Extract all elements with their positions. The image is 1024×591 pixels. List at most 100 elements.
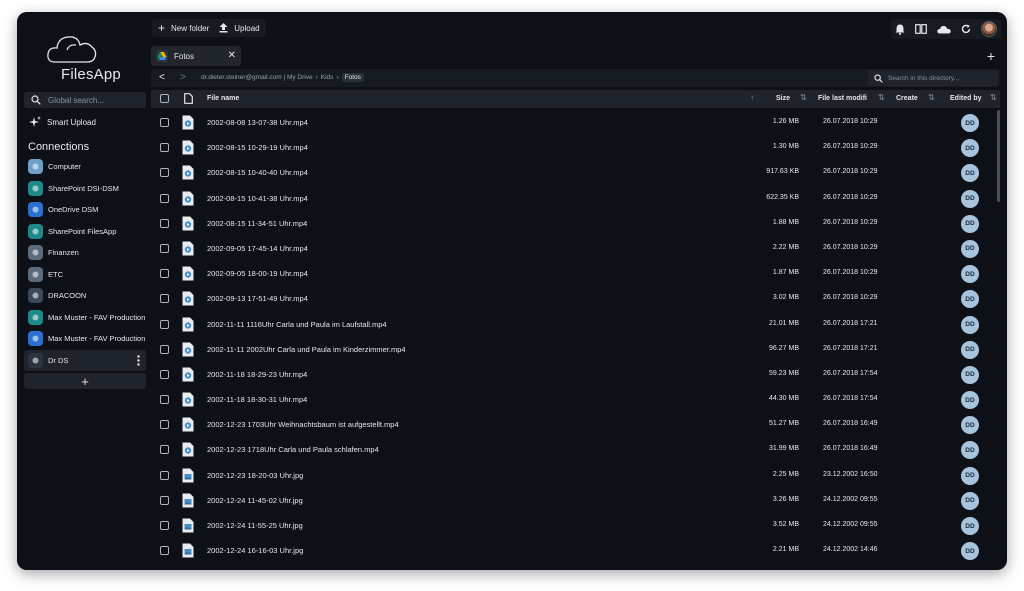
sidebar-connection-item[interactable]: Max Muster - FAV Production [24,328,146,350]
sidebar-connection-item[interactable]: SharePoint DSI-DSM [24,178,146,200]
editor-avatar[interactable]: DD [961,239,979,258]
sort-toggle-icon[interactable]: ⇅ [990,93,997,102]
row-checkbox[interactable] [160,344,169,354]
global-search-input[interactable] [48,95,138,105]
global-search-box[interactable] [24,92,146,108]
column-header-size[interactable]: Size [776,95,790,102]
sidebar-connection-item[interactable]: OneDrive DSM [24,199,146,221]
breadcrumb-current[interactable]: Fotos [341,73,364,82]
table-row[interactable]: 2002-11-11 1116Uhr Carla und Paula im La… [151,312,994,337]
sort-ascending-icon[interactable]: ↑ [750,93,754,102]
file-modified-date: 26.07.2018 17:21 [823,319,878,327]
upload-button[interactable]: Upload [219,23,260,33]
editor-avatar[interactable]: DD [961,214,979,233]
editor-avatar[interactable]: DD [961,416,979,435]
table-row[interactable]: 2002-11-18 18-29-23 Uhr.mp4 59.23 MB 26.07… [151,362,994,387]
editor-avatar[interactable]: DD [961,114,979,132]
breadcrumb-segment-drive[interactable]: dr.dieter.steiner@gmail.com | My Drive [201,74,313,81]
table-row[interactable]: 2002-11-11 2002Uhr Carla und Paula im Ki… [151,337,994,362]
tab-fotos[interactable]: Fotos ✕ [151,46,241,66]
table-row[interactable]: 2002-12-24 11-45-02 Uhr.jpg 3.26 MB 24.12.… [151,488,994,513]
editor-avatar[interactable]: DD [961,290,979,309]
table-row[interactable]: 2002-08-15 10-41-38 Uhr.mp4 622.35 KB 26.0… [151,186,994,211]
select-all-checkbox[interactable] [160,94,169,103]
row-checkbox[interactable] [160,319,169,329]
table-row[interactable]: 2002-12-24 11-55-25 Uhr.jpg 3.52 MB 24.12.… [151,513,994,538]
column-header-created[interactable]: Create [896,95,918,102]
table-row[interactable]: 2002-09-05 18-00-19 Uhr.mp4 1.87 MB 26.07.… [151,261,994,286]
editor-avatar[interactable]: DD [961,139,979,158]
table-row[interactable]: 2002-09-05 17-45-14 Uhr.mp4 2.22 MB 26.07.… [151,236,994,261]
editor-avatar[interactable]: DD [961,365,979,384]
row-checkbox[interactable] [160,243,169,253]
cloud-icon[interactable] [937,25,951,34]
row-checkbox[interactable] [160,369,169,379]
editor-avatar[interactable]: DD [961,491,979,510]
editor-avatar[interactable]: DD [961,189,979,208]
row-checkbox[interactable] [160,193,169,203]
table-row[interactable]: 2002-12-23 1718Uhr Carla und Paula schla… [151,437,994,462]
row-checkbox[interactable] [160,470,169,480]
add-connection-button[interactable]: + [24,373,146,389]
editor-avatar[interactable]: DD [961,391,979,410]
row-checkbox[interactable] [160,420,169,430]
sort-toggle-icon[interactable]: ⇅ [928,93,935,102]
row-checkbox[interactable] [160,495,169,505]
table-row[interactable]: 2002-08-15 10-29-19 Uhr.mp4 1.30 MB 26.07.… [151,135,994,160]
row-checkbox[interactable] [160,445,169,455]
editor-avatar[interactable]: DD [961,265,979,284]
column-header-modified[interactable]: File last modifi [818,95,867,102]
sidebar-connection-item[interactable]: Computer [24,156,146,178]
sidebar-connection-item[interactable]: SharePoint FilesApp [24,221,146,243]
row-checkbox[interactable] [160,118,169,127]
editor-avatar[interactable]: DD [961,340,979,359]
row-checkbox[interactable] [160,395,169,405]
new-folder-button[interactable]: + New folder [158,21,209,35]
row-checkbox[interactable] [160,294,169,304]
sidebar-connection-item[interactable]: Finanzen [24,242,146,264]
row-checkbox[interactable] [160,269,169,279]
back-arrow-icon[interactable]: < [159,72,165,83]
split-view-icon[interactable] [915,24,927,34]
table-row[interactable]: 2002-11-18 18-30-31 Uhr.mp4 44.30 MB 26.07… [151,387,994,412]
column-header-name[interactable]: File name [207,95,239,102]
editor-avatar[interactable]: DD [961,542,979,561]
more-options-icon[interactable] [137,354,140,368]
editor-avatar[interactable]: DD [961,466,979,485]
row-checkbox[interactable] [160,143,169,153]
row-checkbox[interactable] [160,521,169,530]
breadcrumb-segment-kids[interactable]: Kids [321,74,334,81]
table-row[interactable]: 2002-12-23 18-20-03 Uhr.jpg 2.25 MB 23.12.… [151,463,994,488]
sort-toggle-icon[interactable]: ⇅ [800,93,807,102]
column-header-edited-by[interactable]: Edited by [950,95,982,102]
sidebar-connection-item[interactable]: Dr DS [24,349,146,371]
table-row[interactable]: 2002-08-15 10-40-40 Uhr.mp4 917.63 KB 26.0… [151,160,994,185]
sidebar-connection-item[interactable]: Max Muster - FAV Production [24,307,146,329]
editor-avatar[interactable]: DD [961,315,979,334]
bell-icon[interactable] [895,24,905,35]
sidebar-connection-item[interactable]: DRACOON [24,285,146,307]
sort-toggle-icon[interactable]: ⇅ [878,93,885,102]
new-tab-button[interactable]: + [987,48,995,64]
smart-upload-button[interactable]: Smart Upload [29,116,96,128]
vertical-scrollbar[interactable] [997,110,1000,202]
row-checkbox[interactable] [160,218,169,228]
sidebar-connection-item[interactable]: ETC [24,264,146,286]
table-row[interactable]: 2002-08-08 13-07-38 Uhr.mp4 1.26 MB 26.07.… [151,110,994,135]
editor-avatar[interactable]: DD [961,441,979,460]
row-checkbox[interactable] [160,168,169,178]
directory-search-input[interactable] [888,74,988,82]
image-file-icon [182,493,194,508]
table-row[interactable]: 2002-12-23 1703Uhr Weihnachtsbaum ist au… [151,412,994,437]
row-checkbox[interactable] [160,546,169,556]
refresh-icon[interactable] [961,24,971,34]
table-row[interactable]: 2002-08-15 11-34-51 Uhr.mp4 1.88 MB 26.07.… [151,211,994,236]
table-row[interactable]: 2002-12-24 16-16-03 Uhr.jpg 2.21 MB 24.12.… [151,538,994,563]
table-row[interactable]: 2002-09-13 17-51-49 Uhr.mp4 3.02 MB 26.07.… [151,286,994,311]
close-tab-icon[interactable]: ✕ [228,50,236,61]
editor-avatar[interactable]: DD [961,164,979,183]
user-avatar[interactable] [981,21,997,37]
directory-search-box[interactable] [868,70,998,86]
forward-arrow-icon[interactable]: > [180,72,186,83]
editor-avatar[interactable]: DD [961,517,979,535]
